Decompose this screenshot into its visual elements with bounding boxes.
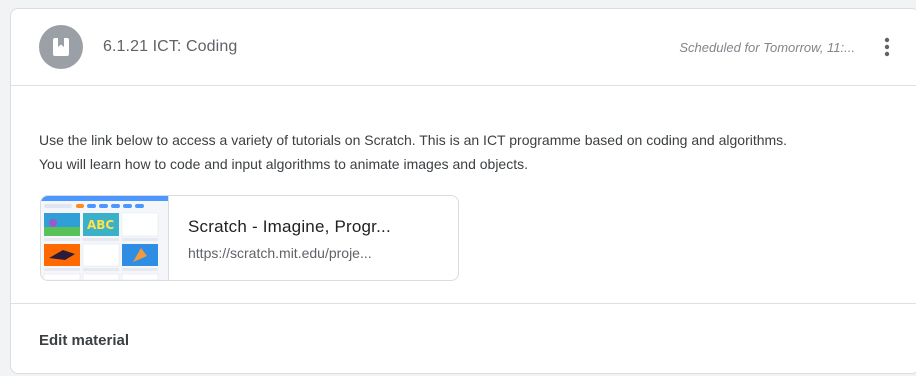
- book-icon: [53, 38, 69, 56]
- material-title: 6.1.21 ICT: Coding: [103, 38, 238, 55]
- material-header[interactable]: 6.1.21 ICT: Coding Scheduled for Tomorro…: [11, 9, 916, 86]
- material-avatar: [39, 25, 83, 69]
- attachment-title[interactable]: Scratch - Imagine, Progr...: [188, 217, 391, 237]
- edit-material-button[interactable]: Edit material: [39, 332, 129, 349]
- link-attachment[interactable]: ABC Scratch - Imagine, Progr... https://…: [40, 195, 459, 281]
- material-description: Use the link below to access a variety o…: [39, 128, 899, 176]
- attachment-url: https://scratch.mit.edu/proje...: [188, 245, 372, 261]
- description-line: Use the link below to access a variety o…: [39, 132, 788, 148]
- attachment-thumbnail: ABC: [41, 196, 169, 280]
- description-line: You will learn how to code and input alg…: [39, 156, 528, 172]
- scratch-thumbnail-image: ABC: [41, 196, 168, 280]
- scheduled-time: Scheduled for Tomorrow, 11:...: [679, 40, 855, 55]
- svg-text:ABC: ABC: [87, 218, 114, 232]
- more-options-button[interactable]: [873, 33, 901, 61]
- material-card: 6.1.21 ICT: Coding Scheduled for Tomorro…: [10, 8, 916, 374]
- material-footer: Edit material: [11, 303, 916, 373]
- more-vert-icon: [884, 37, 890, 57]
